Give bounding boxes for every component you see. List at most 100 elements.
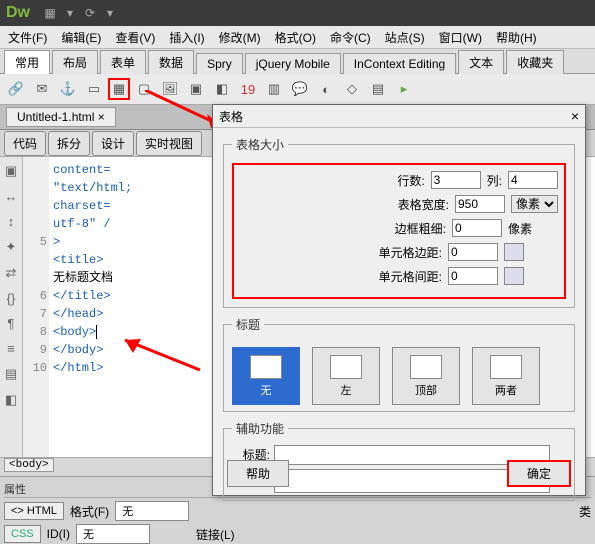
menu-view[interactable]: 查看(V) [111, 27, 159, 48]
menu-modify[interactable]: 修改(M) [215, 27, 265, 48]
cellspace-icon [504, 267, 524, 285]
view-split-button[interactable]: 拆分 [48, 131, 90, 156]
table-dialog: 表格 × 表格大小 行数: 列: 表格宽度: 像素 边框粗细: [212, 104, 586, 496]
dialog-title: 表格 [219, 108, 243, 125]
input-cols[interactable] [508, 171, 558, 189]
document-tab[interactable]: Untitled-1.html × [6, 107, 116, 127]
image-icon[interactable]: 🖼 [158, 77, 182, 101]
tool-icon[interactable]: ◧ [5, 392, 17, 408]
hr-icon[interactable]: ▭ [82, 77, 106, 101]
label-cellpad: 单元格边距: [379, 244, 442, 261]
tool-icon[interactable]: ✦ [6, 239, 17, 255]
layout-icon[interactable]: ▦ [42, 5, 58, 21]
input-cellpad[interactable] [448, 243, 498, 261]
label-cellspace: 单元格间距: [379, 268, 442, 285]
tool-icon[interactable]: ≡ [7, 341, 15, 356]
insert-toolbar: 🔗 ✉ ⚓ ▭ ▦ ▢ 🖼 ▣ ◧ 19 ▥ 💬 ◐ ◇ ▤ ▸ [0, 74, 595, 105]
tool-icon[interactable]: ▣ [5, 163, 17, 179]
cellpad-icon [504, 243, 524, 261]
help-button[interactable]: 帮助 [227, 460, 289, 487]
label-rows: 行数: [397, 172, 424, 189]
prop-class-label: 类 [579, 503, 591, 520]
template-icon[interactable]: ▤ [366, 77, 390, 101]
tool-icon[interactable]: ⇄ [6, 265, 17, 281]
tab-common[interactable]: 常用 [4, 50, 50, 74]
app-logo: Dw [6, 4, 30, 22]
tab-text[interactable]: 文本 [458, 50, 504, 74]
tab-data[interactable]: 数据 [148, 50, 194, 74]
tool-icon[interactable]: ↕ [8, 214, 15, 229]
tag-body[interactable]: <body> [4, 458, 54, 472]
menu-format[interactable]: 格式(O) [271, 27, 320, 48]
table-icon[interactable]: ▦ [108, 78, 130, 100]
comment-icon[interactable]: 💬 [288, 77, 312, 101]
menu-site[interactable]: 站点(S) [381, 27, 429, 48]
titlebar: Dw ▦ ▾ ⟳ ▾ [0, 0, 595, 26]
input-width[interactable] [455, 195, 505, 213]
date-icon[interactable]: 19 [236, 77, 260, 101]
more-icon[interactable]: ▾ [102, 5, 118, 21]
prop-format-label: 格式(F) [70, 503, 109, 520]
prop-link-label: 链接(L) [196, 526, 235, 543]
view-code-button[interactable]: 代码 [4, 131, 46, 156]
fieldset-size: 表格大小 行数: 列: 表格宽度: 像素 边框粗细: 像素 [223, 136, 575, 308]
menubar: 文件(F) 编辑(E) 查看(V) 插入(I) 修改(M) 格式(O) 命令(C… [0, 26, 595, 49]
prop-html-button[interactable]: <> HTML [4, 502, 64, 520]
menu-help[interactable]: 帮助(H) [492, 27, 541, 48]
tool-icon[interactable]: ↔ [5, 189, 18, 204]
tool-icon[interactable]: ¶ [8, 316, 15, 331]
input-cellspace[interactable] [448, 267, 498, 285]
media-icon[interactable]: ▣ [184, 77, 208, 101]
prop-id-select[interactable]: 无 [76, 524, 150, 544]
prop-css-button[interactable]: CSS [4, 525, 41, 543]
header-left[interactable]: 左 [312, 347, 380, 405]
tab-layout[interactable]: 布局 [52, 50, 98, 74]
ssi-icon[interactable]: ▥ [262, 77, 286, 101]
menu-commands[interactable]: 命令(C) [326, 27, 375, 48]
hyperlink-icon[interactable]: 🔗 [4, 77, 28, 101]
tag-icon[interactable]: ▸ [392, 77, 416, 101]
legend-aux: 辅助功能 [232, 420, 288, 437]
script-icon[interactable]: ◇ [340, 77, 364, 101]
input-border[interactable] [452, 219, 502, 237]
close-icon[interactable]: × [98, 110, 105, 124]
prop-format-select[interactable]: 无 [115, 501, 189, 521]
legend-size: 表格大小 [232, 136, 288, 153]
header-none[interactable]: 无 [232, 347, 300, 405]
code-toolbar: ▣ ↔ ↕ ✦ ⇄ {} ¶ ≡ ▤ ◧ [0, 157, 23, 457]
head-icon[interactable]: ◐ [314, 77, 338, 101]
tab-jquery[interactable]: jQuery Mobile [245, 53, 341, 74]
fieldset-header: 标题 无 左 顶部 两者 [223, 316, 575, 412]
menu-insert[interactable]: 插入(I) [165, 27, 208, 48]
input-rows[interactable] [431, 171, 481, 189]
anchor-icon[interactable]: ⚓ [56, 77, 80, 101]
tab-forms[interactable]: 表单 [100, 50, 146, 74]
menu-edit[interactable]: 编辑(E) [57, 27, 105, 48]
widget-icon[interactable]: ◧ [210, 77, 234, 101]
sync-icon[interactable]: ⟳ [82, 5, 98, 21]
insert-tabbar: 常用 布局 表单 数据 Spry jQuery Mobile InContext… [0, 49, 595, 74]
label-border: 边框粗细: [395, 220, 446, 237]
legend-header: 标题 [232, 316, 264, 333]
close-icon[interactable]: × [571, 108, 579, 124]
tool-icon[interactable]: {} [7, 291, 16, 306]
prop-id-label: ID(I) [47, 527, 70, 541]
label-width: 表格宽度: [398, 196, 449, 213]
ok-button[interactable]: 确定 [507, 460, 571, 487]
dropdown-icon[interactable]: ▾ [62, 5, 78, 21]
header-both[interactable]: 两者 [472, 347, 540, 405]
view-design-button[interactable]: 设计 [92, 131, 134, 156]
view-live-button[interactable]: 实时视图 [136, 131, 202, 156]
tab-fav[interactable]: 收藏夹 [506, 50, 564, 74]
label-border-unit: 像素 [508, 220, 558, 237]
select-unit[interactable]: 像素 [511, 195, 558, 213]
tab-spry[interactable]: Spry [196, 53, 243, 74]
tab-incontext[interactable]: InContext Editing [343, 53, 456, 74]
header-top[interactable]: 顶部 [392, 347, 460, 405]
div-icon[interactable]: ▢ [132, 77, 156, 101]
menu-file[interactable]: 文件(F) [4, 27, 51, 48]
email-icon[interactable]: ✉ [30, 77, 54, 101]
menu-window[interactable]: 窗口(W) [435, 27, 486, 48]
tool-icon[interactable]: ▤ [5, 366, 17, 382]
dialog-titlebar: 表格 × [213, 105, 585, 128]
